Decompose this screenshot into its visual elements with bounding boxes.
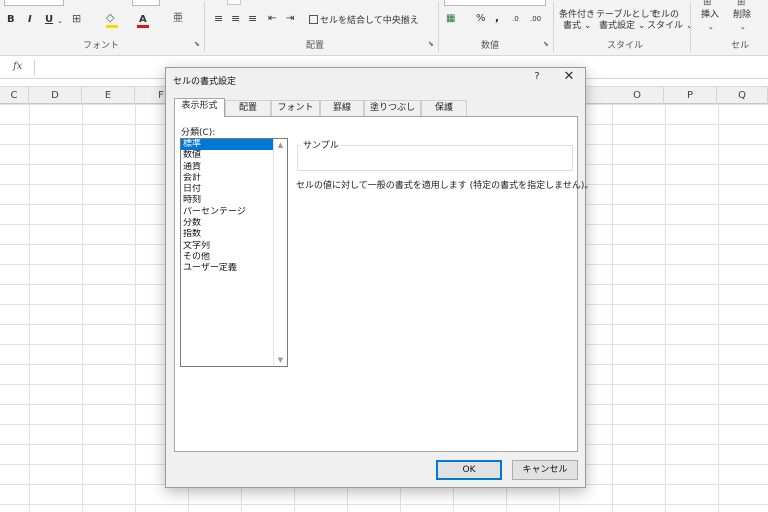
cell-styles-label-2: スタイル ⌄	[647, 21, 694, 31]
tab-alignment[interactable]: 配置	[225, 100, 271, 116]
chevron-down-icon[interactable]: ⌄	[57, 15, 63, 27]
ribbon: B I U ⌄ ⊞ ◇ A 亜 フォント ⬊ ≡ ≡ ≡ ⇤ ⇥ セルを結合して…	[0, 0, 768, 56]
list-item[interactable]: ユーザー定義	[181, 263, 273, 274]
column-header-e[interactable]: E	[82, 87, 135, 105]
tab-font[interactable]: フォント	[271, 100, 320, 116]
number-dialog-launcher-icon[interactable]: ⬊	[543, 40, 549, 48]
conditional-format-label-1: 条件付き	[559, 10, 596, 20]
column-header-o[interactable]: O	[611, 87, 664, 105]
tab-fill[interactable]: 塗りつぶし	[364, 100, 421, 116]
styles-group-label: スタイル	[607, 41, 644, 51]
alignment-group-label: 配置	[306, 41, 325, 51]
increase-decimal-icon[interactable]: .0	[512, 13, 519, 25]
scroll-up-icon[interactable]: ▲	[274, 139, 287, 151]
number-format-box[interactable]	[444, 0, 546, 6]
delete-icon[interactable]: ⊞	[737, 0, 745, 9]
format-as-table-label-1: テーブルとして	[596, 10, 659, 20]
format-cells-dialog: セルの書式設定 ? ✕ 表示形式 配置 フォント 罫線 塗りつぶし 保護 分類(…	[165, 67, 593, 488]
align-left-icon[interactable]: ≡	[214, 13, 223, 25]
scroll-down-icon[interactable]: ▼	[274, 354, 287, 366]
list-item[interactable]: 分数	[181, 218, 273, 229]
group-divider	[553, 2, 554, 52]
font-name-box[interactable]	[4, 0, 64, 6]
bold-button[interactable]: B	[7, 14, 15, 25]
column-header-d[interactable]: D	[29, 87, 82, 105]
currency-icon[interactable]: ▦	[446, 13, 455, 25]
tab-protection[interactable]: 保護	[421, 100, 467, 116]
format-as-table-label-2-text: 書式設定	[599, 21, 636, 31]
list-item[interactable]: 時刻	[181, 195, 273, 206]
chevron-down-icon[interactable]: ⌄	[740, 21, 746, 33]
category-list[interactable]: 標準 数値 通貨 会計 日付 時刻 パーセンテージ 分数 指数 文字列 その他 …	[180, 138, 288, 367]
list-item[interactable]: 標準	[181, 139, 273, 151]
fill-color-icon[interactable]: ◇	[106, 12, 114, 24]
border-icon[interactable]: ⊞	[72, 13, 81, 25]
tab-number[interactable]: 表示形式	[174, 98, 225, 117]
increase-indent-icon[interactable]: ⇥	[286, 13, 294, 25]
close-button[interactable]: ✕	[561, 69, 577, 84]
function-icon[interactable]: fx	[13, 61, 22, 72]
font-group-label: フォント	[83, 41, 120, 51]
fill-color-bar	[106, 25, 118, 28]
list-item[interactable]: 会計	[181, 173, 273, 184]
cell-styles-label-1: セルの	[652, 10, 680, 20]
underline-button[interactable]: U	[45, 14, 53, 25]
list-item[interactable]: 通貨	[181, 162, 273, 173]
alignment-dialog-launcher-icon[interactable]: ⬊	[428, 40, 434, 48]
help-button[interactable]: ?	[530, 71, 544, 82]
column-header-p[interactable]: P	[664, 87, 717, 105]
sample-label: サンプル	[301, 138, 341, 151]
group-divider	[690, 2, 691, 52]
align-right-icon[interactable]: ≡	[248, 13, 257, 25]
decrease-indent-icon[interactable]: ⇤	[268, 13, 276, 25]
dialog-title: セルの書式設定	[173, 77, 237, 87]
delete-button[interactable]: 削除	[733, 9, 751, 21]
column-header-q[interactable]: Q	[717, 87, 768, 105]
align-center-icon[interactable]: ≡	[231, 13, 240, 25]
list-item[interactable]: 文字列	[181, 241, 273, 252]
format-description: セルの値に対して一般の書式を適用します (特定の書式を指定しません)。	[296, 181, 594, 191]
formula-divider	[34, 60, 35, 76]
list-item[interactable]: 指数	[181, 229, 273, 240]
tab-border[interactable]: 罫線	[320, 100, 364, 116]
font-color-button[interactable]: A	[139, 14, 147, 25]
align-top-button[interactable]	[227, 0, 241, 5]
chevron-down-icon[interactable]: ⌄	[708, 21, 714, 33]
italic-button[interactable]: I	[28, 14, 32, 25]
category-label: 分類(C):	[181, 128, 216, 138]
font-color-bar	[137, 25, 149, 28]
percent-button[interactable]: %	[476, 13, 486, 25]
merge-center-button[interactable]: セルを結合して中央揃え	[309, 13, 419, 27]
ok-button[interactable]: OK	[436, 460, 502, 480]
list-item[interactable]: 日付	[181, 184, 273, 195]
merge-center-label: セルを結合して中央揃え	[320, 16, 419, 26]
font-dialog-launcher-icon[interactable]: ⬊	[194, 40, 200, 48]
cancel-button[interactable]: キャンセル	[512, 460, 578, 480]
conditional-format-label-2: 書式 ⌄	[563, 21, 592, 31]
group-divider	[438, 2, 439, 52]
font-size-box[interactable]	[132, 0, 160, 6]
cell-styles-label-2-text: スタイル	[647, 21, 684, 31]
group-divider	[204, 2, 205, 52]
list-item[interactable]: その他	[181, 252, 273, 263]
decrease-decimal-icon[interactable]: .00	[530, 13, 541, 25]
insert-button[interactable]: 挿入	[701, 9, 719, 21]
column-header-c[interactable]: C	[0, 87, 29, 105]
list-item[interactable]: 数値	[181, 150, 273, 161]
conditional-format-label-2-text: 書式	[563, 21, 582, 31]
category-scrollbar[interactable]: ▲ ▼	[273, 139, 287, 366]
number-tab-panel: 分類(C): 標準 数値 通貨 会計 日付 時刻 パーセンテージ 分数 指数 文…	[174, 116, 593, 452]
cells-group-label: セル	[731, 41, 750, 51]
phonetic-icon[interactable]: 亜	[173, 13, 183, 25]
list-item[interactable]: パーセンテージ	[181, 207, 273, 218]
insert-icon[interactable]: ⊞	[703, 0, 711, 9]
number-group-label: 数値	[481, 41, 500, 51]
comma-button[interactable]: ,	[495, 12, 499, 24]
merge-icon	[309, 15, 318, 24]
format-as-table-label-2: 書式設定 ⌄	[599, 21, 646, 31]
